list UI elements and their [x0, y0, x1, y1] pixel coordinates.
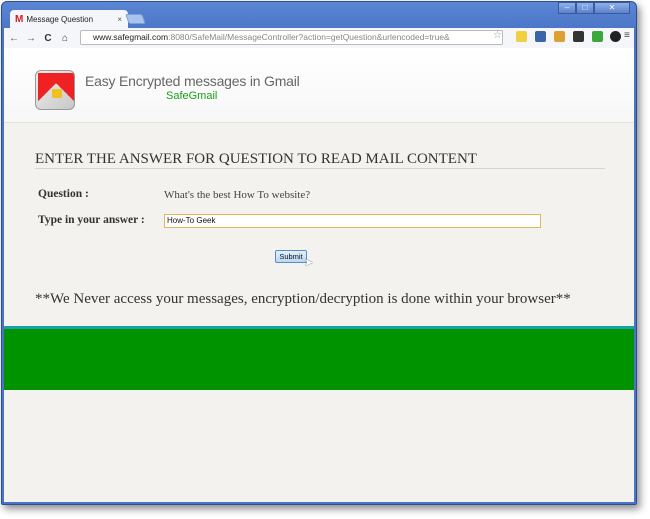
extension-gear-icon[interactable] [573, 31, 584, 42]
safegmail-logo [35, 70, 75, 110]
extension-clock-icon[interactable] [535, 31, 546, 42]
gmail-icon: M [15, 14, 24, 25]
url-path: :8080/SafeMail/MessageController?action=… [168, 32, 450, 42]
tab-title: Message Question [26, 15, 94, 24]
brand-name: SafeGmail [166, 90, 218, 102]
lock-icon [52, 89, 62, 98]
mouse-cursor-icon: ➤ [304, 257, 314, 269]
browser-toolbar: ← → C ⌂ www.safegmail.com:8080/SafeMail/… [4, 28, 634, 48]
new-tab-button[interactable] [125, 14, 146, 24]
submit-button[interactable]: Submit [275, 250, 307, 263]
window-controls: – □ ✕ [558, 2, 630, 14]
star-icon[interactable]: ☆ [493, 30, 502, 41]
reload-icon[interactable]: C [41, 33, 55, 44]
site-title: Easy Encrypted messages in Gmail [85, 73, 300, 89]
extension-basket-icon[interactable] [554, 31, 565, 42]
extension-check-icon[interactable] [592, 31, 603, 42]
url-host: www.safegmail.com [93, 32, 169, 42]
answer-input[interactable]: How-To Geek [164, 214, 541, 228]
forward-icon[interactable]: → [24, 33, 38, 44]
extension-circle-icon[interactable] [610, 31, 621, 42]
close-tab-icon[interactable]: × [117, 15, 122, 24]
privacy-note: **We Never access your messages, encrypt… [35, 291, 571, 307]
site-header: Easy Encrypted messages in Gmail SafeGma… [4, 48, 634, 123]
page-content: Easy Encrypted messages in Gmail SafeGma… [4, 48, 634, 502]
footer-band [4, 326, 634, 390]
back-icon[interactable]: ← [7, 33, 21, 44]
heading-divider [35, 168, 605, 169]
minimize-button[interactable]: – [558, 2, 576, 14]
question-value: What's the best How To website? [164, 189, 311, 201]
menu-icon[interactable]: ≡ [624, 30, 630, 41]
answer-label: Type in your answer : [38, 214, 145, 226]
question-label: Question : [38, 188, 89, 200]
address-bar[interactable]: www.safegmail.com:8080/SafeMail/MessageC… [80, 30, 503, 45]
page-heading: ENTER THE ANSWER FOR QUESTION TO READ MA… [35, 151, 477, 167]
browser-window: – □ ✕ M Message Question × ← → C ⌂ www.s… [1, 1, 637, 505]
maximize-button[interactable]: □ [576, 2, 594, 14]
extension-bookmark-icon[interactable] [516, 31, 527, 42]
tab-message-question[interactable]: M Message Question × [10, 10, 128, 29]
home-icon[interactable]: ⌂ [58, 33, 72, 44]
close-window-button[interactable]: ✕ [594, 2, 630, 14]
